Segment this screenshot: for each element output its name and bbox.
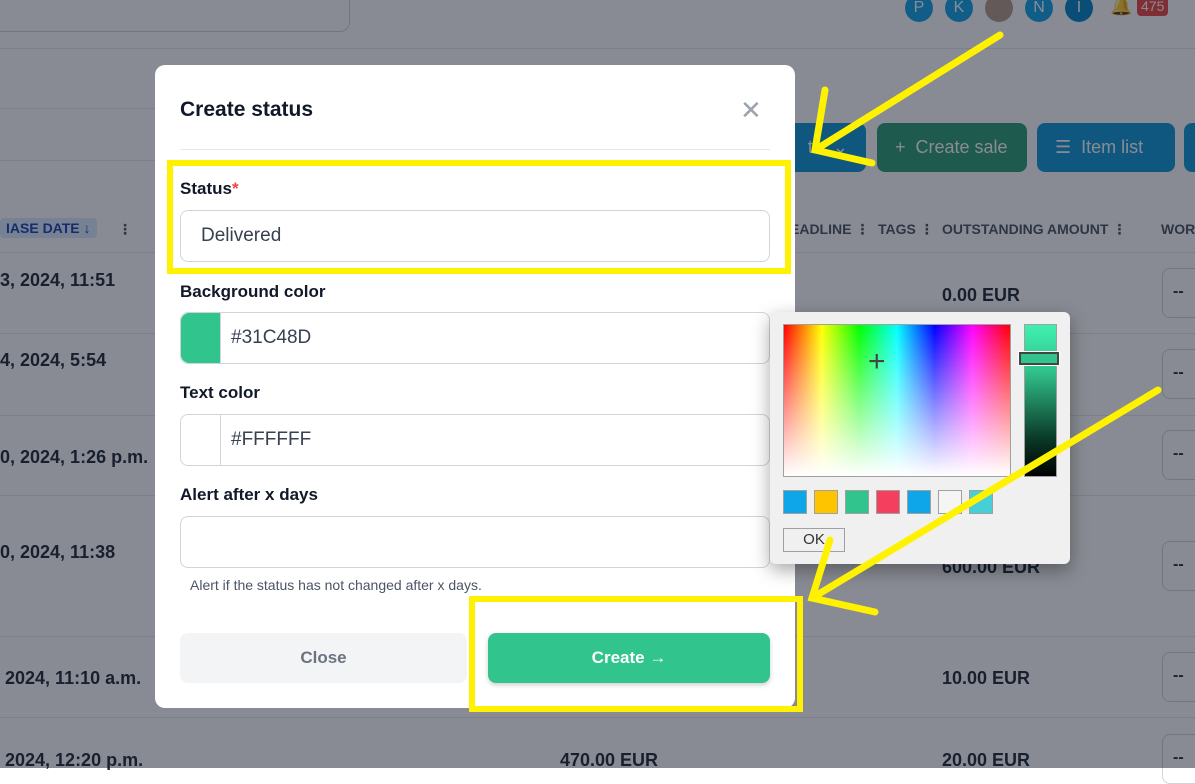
- arrow-head: [811, 86, 876, 167]
- annotation-arrows: [807, 31, 1162, 616]
- arrow-line: [808, 386, 1162, 602]
- arrow-line: [811, 31, 1004, 154]
